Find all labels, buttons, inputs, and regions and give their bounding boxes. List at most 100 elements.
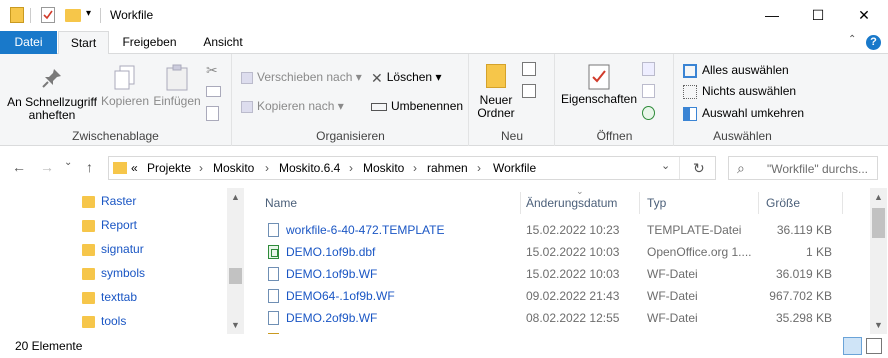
file-type: TEMPLATE-Datei [647, 223, 742, 237]
scroll-up-arrow-icon[interactable]: ▲ [231, 192, 240, 202]
file-list-scrollbar[interactable]: ▲ ▼ [870, 188, 887, 334]
file-row[interactable]: DEMO.1of9b.dbf 15.02.2022 10:03 OpenOffi… [258, 241, 870, 263]
invert-selection-button[interactable]: Auswahl umkehren [683, 103, 804, 123]
breadcrumb-workfile[interactable]: Workfile [493, 161, 536, 175]
easy-access-icon[interactable] [522, 84, 536, 98]
new-folder-qat-icon[interactable] [65, 9, 81, 22]
address-bar[interactable]: « Projekte › Moskito › Moskito.6.4 › Mos… [108, 156, 716, 180]
organize-group: Verschieben nach ▾ ✕ Löschen ▾ Kopieren n… [233, 54, 469, 146]
folder-icon [82, 243, 95, 256]
search-box[interactable]: ⌕ "Workfile" durchs... [728, 156, 878, 180]
copy-button[interactable]: Kopieren [98, 64, 152, 108]
breadcrumb-projekte[interactable]: Projekte [147, 161, 191, 175]
delete-button[interactable]: ✕ Löschen ▾ [371, 67, 441, 87]
select-all-button[interactable]: Alles auswählen [683, 60, 789, 80]
select-all-icon [683, 63, 697, 78]
large-icons-view-icon[interactable] [866, 338, 882, 354]
tree-item-label: texttab [101, 290, 138, 304]
paste-button[interactable]: Einfügen [152, 64, 202, 108]
column-type[interactable]: Typ [647, 196, 666, 210]
tree-item-texttab[interactable]: texttab [82, 285, 137, 309]
breadcrumb-moskito-6-4[interactable]: Moskito.6.4 [279, 161, 340, 175]
minimize-button[interactable]: — [749, 0, 795, 31]
file-row[interactable]: DEMO.2of9b.WF 08.02.2022 12:55 WF-Datei … [258, 307, 870, 329]
tree-item-label: symbols [101, 266, 146, 280]
column-divider[interactable] [758, 192, 759, 214]
cut-icon[interactable]: ✂ [206, 62, 218, 79]
pin-quick-access-button[interactable]: An Schnellzugriff anheften [6, 66, 98, 122]
tab-share[interactable]: Freigeben [113, 31, 186, 54]
paste-label: Einfügen [153, 94, 201, 108]
column-divider[interactable] [520, 192, 521, 214]
file-row[interactable]: workfile-6-40-472.TEMPLATE 15.02.2022 10… [258, 219, 870, 241]
pin-label: An Schnellzugriff anheften [7, 95, 97, 122]
column-name[interactable]: Name [265, 196, 297, 210]
file-row[interactable]: DEMO64-.1of9b.WF 09.02.2022 21:43 WF-Dat… [258, 285, 870, 307]
history-icon[interactable] [642, 106, 655, 120]
scrollbar-thumb[interactable] [872, 208, 885, 238]
scroll-down-arrow-icon[interactable]: ▼ [231, 320, 240, 330]
refresh-icon[interactable]: ↻ [693, 160, 705, 177]
breadcrumb-moskito-sub[interactable]: Moskito [363, 161, 404, 175]
forward-button[interactable]: → [40, 159, 54, 175]
edit-icon[interactable] [642, 84, 655, 98]
column-date[interactable]: Änderungsdatum [526, 196, 617, 210]
new-item-icon[interactable] [522, 62, 536, 76]
select-none-button[interactable]: Nichts auswählen [683, 81, 796, 101]
tree-item-report[interactable]: Report [82, 213, 137, 237]
move-to-icon [241, 71, 253, 84]
copy-to-button[interactable]: Kopieren nach ▾ [241, 96, 344, 116]
scroll-up-arrow-icon[interactable]: ▲ [874, 192, 883, 202]
explorer-app-icon[interactable] [10, 7, 24, 23]
file-type: WF-Datei [647, 311, 698, 325]
breadcrumb-moskito[interactable]: Moskito [213, 161, 254, 175]
tab-file[interactable]: Datei [0, 31, 57, 54]
address-dropdown-icon[interactable]: ⌄ [661, 159, 670, 172]
tree-item-signatur[interactable]: signatur [82, 237, 144, 261]
up-button[interactable]: ↑ [86, 159, 93, 175]
properties-button[interactable]: Eigenschaften [558, 64, 640, 106]
maximize-button[interactable]: ☐ [795, 0, 841, 31]
invert-selection-icon [683, 106, 697, 121]
copy-label: Kopieren [100, 94, 150, 108]
rename-button[interactable]: Umbenennen [371, 96, 463, 116]
paste-shortcut-icon[interactable] [206, 106, 219, 121]
tab-start[interactable]: Start [58, 31, 109, 55]
column-size[interactable]: Größe [766, 196, 800, 210]
breadcrumb-rahmen[interactable]: rahmen [427, 161, 468, 175]
status-bar: 20 Elemente [0, 334, 888, 358]
details-view-icon[interactable] [843, 337, 862, 355]
close-button[interactable]: ✕ [841, 0, 887, 31]
file-row[interactable]: DEMO.1of9b.WF 15.02.2022 10:03 WF-Datei … [258, 263, 870, 285]
address-divider [679, 157, 680, 179]
tree-item-raster[interactable]: Raster [82, 189, 136, 213]
tree-item-symbols[interactable]: symbols [82, 261, 145, 285]
file-name: workfile-6-40-472.TEMPLATE [286, 223, 445, 237]
properties-qat-icon[interactable] [41, 7, 55, 23]
breadcrumb-overflow[interactable]: « [131, 161, 138, 175]
qat-customize-icon[interactable]: ▾ [86, 8, 91, 19]
back-button[interactable]: ← [12, 159, 26, 175]
ribbon: An Schnellzugriff anheften Kopieren Einf… [0, 54, 888, 146]
column-divider[interactable] [639, 192, 640, 214]
tree-item-tools[interactable]: tools [82, 309, 126, 333]
doc-icon [268, 267, 279, 281]
open-icon[interactable] [642, 62, 655, 76]
move-to-button[interactable]: Verschieben nach ▾ [241, 67, 362, 87]
folder-icon [82, 267, 95, 280]
scrollbar-thumb[interactable] [229, 268, 242, 284]
recent-locations-button[interactable]: ⌄ [64, 157, 72, 168]
breadcrumb-separator: › [477, 161, 481, 175]
ribbon-collapse-icon[interactable]: ⌃ [848, 34, 856, 45]
copy-path-icon[interactable] [206, 86, 221, 97]
help-icon[interactable]: ? [866, 35, 881, 50]
column-divider[interactable] [842, 192, 843, 214]
navigation-pane-scrollbar[interactable]: ▲ ▼ [227, 188, 244, 334]
select-none-icon [683, 84, 697, 99]
tab-view[interactable]: Ansicht [190, 31, 256, 54]
properties-label: Eigenschaften [560, 92, 638, 106]
new-folder-button[interactable]: Neuer Ordner [474, 64, 518, 120]
organize-group-label: Organisieren [316, 129, 385, 143]
scroll-down-arrow-icon[interactable]: ▼ [874, 320, 883, 330]
select-group-label: Auswählen [713, 129, 772, 143]
